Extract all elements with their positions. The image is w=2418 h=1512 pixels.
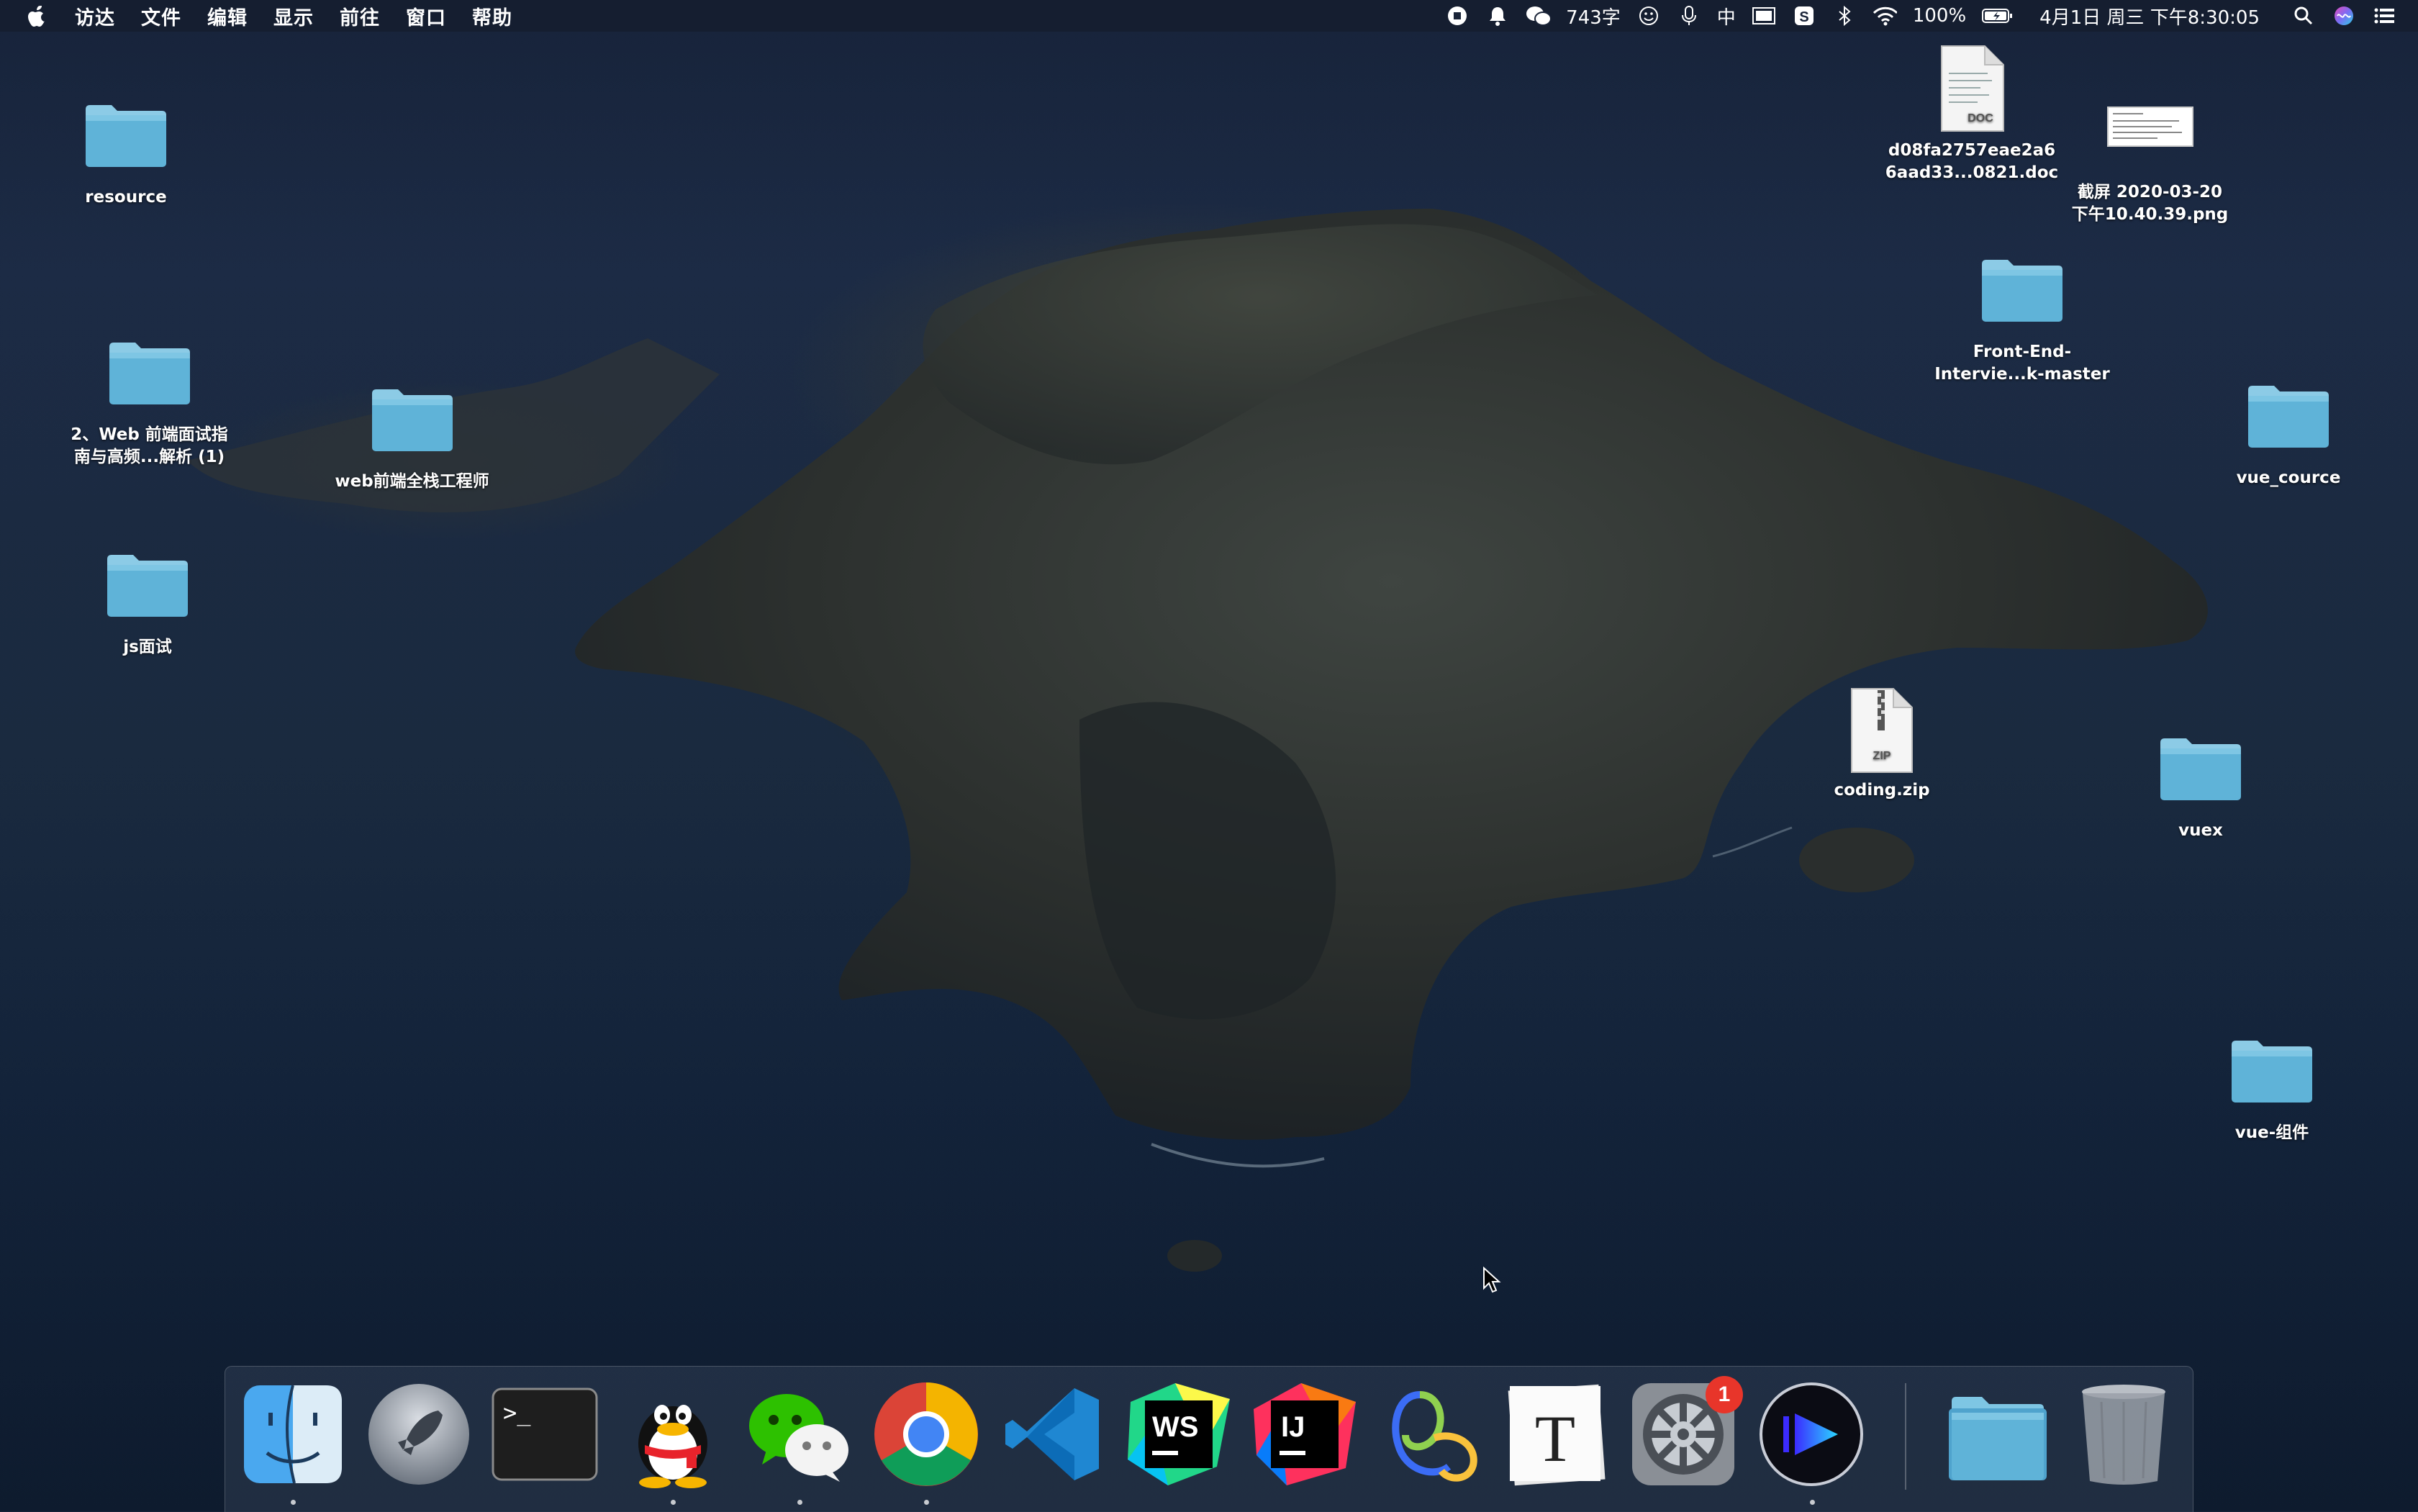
- desktop-folder-web-fullstack[interactable]: web前端全栈工程师: [320, 385, 504, 493]
- folder-icon: [2232, 1041, 2312, 1103]
- running-indicator: [1810, 1500, 1815, 1505]
- menu-app-name[interactable]: 访达: [75, 2, 115, 30]
- desktop-item-label-line2: 南与高频...解析 (1): [73, 448, 225, 466]
- control-center-icon[interactable]: [2372, 4, 2396, 28]
- menu-window[interactable]: 窗口: [406, 2, 446, 30]
- webstorm-glyph: WS: [1152, 1411, 1198, 1443]
- wallpaper-island: [187, 209, 2208, 1272]
- typora-icon[interactable]: T: [1503, 1380, 1611, 1488]
- stop-icon[interactable]: [1445, 4, 1470, 28]
- desktop-item-label: vuex: [2178, 821, 2223, 840]
- desktop-item-label-line1: d08fa2757eae2a6: [1888, 141, 2056, 160]
- smile-icon[interactable]: [1636, 4, 1661, 28]
- search-icon[interactable]: [2291, 4, 2316, 28]
- clock[interactable]: 4月1日 周三 下午8:30:05: [2039, 3, 2260, 30]
- folder-icon: [2160, 738, 2241, 800]
- desktop-item-label-line1: Front-End-: [1973, 343, 2072, 361]
- image-thumbnail-icon: [2106, 107, 2193, 147]
- intellij-icon[interactable]: IJ: [1251, 1380, 1359, 1488]
- ime-icon[interactable]: 中: [1717, 3, 1736, 30]
- desktop-item-label-line2: 6aad33...0821.doc: [1885, 163, 2059, 182]
- terminal-icon[interactable]: >_: [491, 1380, 599, 1488]
- trash-icon[interactable]: [2070, 1380, 2178, 1488]
- desktop-item-label-line2: 下午10.40.39.png: [2071, 205, 2229, 224]
- notification-badge: 1: [1706, 1376, 1743, 1413]
- apple-icon[interactable]: [26, 4, 50, 28]
- menu-view[interactable]: 显示: [273, 2, 314, 30]
- desktop-item-label: vue-组件: [2234, 1123, 2309, 1142]
- typora-glyph: T: [1535, 1402, 1575, 1475]
- folder-icon: [107, 555, 188, 617]
- desktop-item-label: coding.zip: [1834, 781, 1930, 800]
- battery-percent[interactable]: 100%: [1913, 5, 1966, 27]
- desktop-folder-web-interview[interactable]: 2、Web 前端面试指 南与高频...解析 (1): [43, 338, 255, 468]
- desktop-item-label: vue_cource: [2236, 468, 2341, 487]
- battery-icon[interactable]: [1982, 4, 2014, 28]
- finder-icon[interactable]: [239, 1380, 347, 1488]
- mouse-cursor: [1483, 1267, 1501, 1293]
- folder-icon: [1982, 260, 2062, 322]
- desktop-file-coding-zip[interactable]: ZIP coding.zip: [1817, 687, 1947, 802]
- doc-file-icon: DOC: [1941, 45, 2004, 132]
- desktop-folder-front-end-interview[interactable]: Front-End- Intervie...k-master: [1914, 255, 2130, 386]
- intellij-glyph: IJ: [1281, 1411, 1305, 1443]
- folder-icon: [109, 343, 190, 404]
- vscode-icon[interactable]: [999, 1380, 1107, 1488]
- desktop-file-screenshot[interactable]: 截屏 2020-03-20 下午10.40.39.png: [2055, 107, 2245, 226]
- desktop-item-label-line1: 截屏 2020-03-20: [2077, 183, 2223, 202]
- menu-file[interactable]: 文件: [141, 2, 181, 30]
- desktop-item-label: resource: [85, 188, 167, 207]
- desktop-item-label: web前端全栈工程师: [335, 472, 489, 491]
- wechat-icon[interactable]: [1526, 4, 1551, 28]
- downloads-stack-icon[interactable]: [1943, 1380, 2051, 1488]
- svg-text:S: S: [1799, 9, 1808, 25]
- menu-go[interactable]: 前往: [340, 2, 380, 30]
- desktop-folder-vue-component[interactable]: vue-组件: [2207, 1036, 2337, 1144]
- desktop-item-label-line1: 2、Web 前端面试指: [71, 425, 228, 444]
- bluetooth-icon[interactable]: [1832, 4, 1857, 28]
- launchpad-icon[interactable]: [365, 1380, 473, 1488]
- desktop-item-label: js面试: [123, 638, 172, 656]
- menu-edit[interactable]: 编辑: [207, 2, 248, 30]
- wechat-icon[interactable]: [745, 1380, 853, 1488]
- desktop-folder-js-interview[interactable]: js面试: [83, 551, 212, 658]
- word-count[interactable]: 743字: [1566, 3, 1621, 30]
- bell-icon[interactable]: [1485, 4, 1510, 28]
- running-indicator: [671, 1500, 676, 1505]
- running-indicator: [797, 1500, 802, 1505]
- desktop-folder-vue-cource[interactable]: vue_cource: [2224, 381, 2353, 489]
- mic-icon[interactable]: [1677, 4, 1701, 28]
- infuse-player-icon[interactable]: [1757, 1380, 1865, 1488]
- wifi-icon[interactable]: [1873, 4, 1897, 28]
- dock-separator: [1905, 1383, 1906, 1490]
- folder-icon: [2248, 386, 2329, 448]
- screen-icon[interactable]: [1752, 4, 1776, 28]
- running-indicator: [291, 1500, 296, 1505]
- zip-badge: ZIP: [1873, 750, 1891, 762]
- chrome-icon[interactable]: [872, 1380, 980, 1488]
- desktop-folder-vuex[interactable]: vuex: [2136, 734, 2265, 842]
- creative-cloud-icon[interactable]: [1377, 1380, 1485, 1488]
- folder-icon: [371, 389, 453, 451]
- desktop-file-doc[interactable]: DOC d08fa2757eae2a6 6aad33...0821.doc: [1871, 45, 2073, 184]
- terminal-glyph: >_: [503, 1399, 531, 1426]
- folder-icon: [86, 105, 166, 167]
- sogou-icon[interactable]: S: [1792, 4, 1816, 28]
- desktop-folder-resource[interactable]: resource: [61, 101, 191, 209]
- qq-icon[interactable]: [619, 1380, 727, 1488]
- desktop-item-label-line2: Intervie...k-master: [1934, 365, 2110, 384]
- running-indicator: [924, 1500, 929, 1505]
- menu-help[interactable]: 帮助: [472, 2, 512, 30]
- webstorm-icon[interactable]: WS: [1125, 1380, 1233, 1488]
- menu-bar: 访达 文件 编辑 显示 前往 窗口 帮助 743字 中 S 100% 4月1日 …: [0, 0, 2418, 32]
- siri-icon[interactable]: [2332, 4, 2356, 28]
- doc-badge: DOC: [1968, 112, 1993, 125]
- zip-file-icon: ZIP: [1851, 688, 1913, 773]
